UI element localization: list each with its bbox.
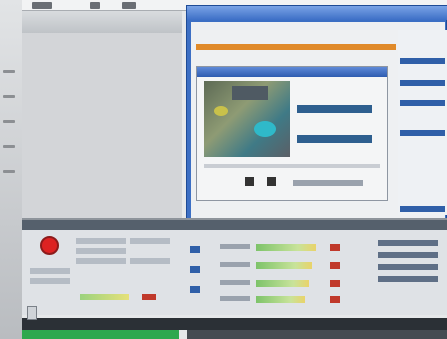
desktop-icon[interactable] (3, 120, 15, 123)
info-line (378, 264, 438, 270)
side-panel-item[interactable] (400, 100, 445, 106)
channel-level-meter (256, 244, 316, 251)
progress-track (187, 330, 447, 339)
mixer-cell (130, 238, 170, 244)
dialog-field[interactable] (297, 135, 372, 143)
record-stop-icon[interactable] (267, 177, 276, 186)
menu-item-2[interactable] (90, 2, 100, 9)
menu-item-1[interactable] (32, 2, 52, 9)
master-clip-indicator (142, 294, 156, 300)
scroll-handle[interactable] (27, 306, 37, 320)
dialog-separator (204, 164, 380, 168)
channel-label (220, 280, 250, 285)
stop-icon[interactable] (245, 177, 254, 186)
clip-indicator (330, 262, 340, 269)
desktop-icon[interactable] (3, 95, 15, 98)
side-panel-item[interactable] (400, 130, 445, 136)
dialog-status (293, 180, 363, 186)
channel-level-meter (256, 296, 305, 303)
photo-detail (232, 86, 268, 100)
info-line (378, 252, 438, 258)
mixer-cell (130, 258, 170, 264)
master-meter (80, 294, 129, 300)
mixer-cell (30, 278, 70, 284)
side-panel-item[interactable] (400, 58, 445, 64)
mixer-tab-bar (22, 220, 447, 230)
desktop-icon[interactable] (3, 70, 15, 73)
photo-preview (204, 81, 290, 157)
channel-tag[interactable] (190, 266, 200, 273)
channel-label (220, 296, 250, 301)
record-button[interactable] (40, 236, 59, 255)
clip-indicator (330, 244, 340, 251)
channel-level-meter (256, 280, 309, 287)
selected-row-highlight[interactable] (196, 44, 396, 50)
channel-label (220, 262, 250, 267)
mixer-cell (30, 268, 70, 274)
mixer-cell (76, 258, 126, 264)
channel-level-meter (256, 262, 312, 269)
photo-detail (214, 106, 228, 116)
photo-detail (254, 121, 276, 137)
info-line (378, 276, 438, 282)
toolbar (22, 11, 182, 33)
desktop-left-strip (0, 0, 22, 339)
channel-tag[interactable] (190, 286, 200, 293)
dialog-field[interactable] (297, 105, 372, 113)
dialog-title-bar[interactable] (197, 67, 387, 77)
image-dialog (196, 66, 388, 201)
desktop-icon[interactable] (3, 145, 15, 148)
menu-item-3[interactable] (122, 2, 136, 9)
window-title-bar[interactable] (187, 6, 447, 20)
screen (0, 0, 447, 339)
info-line (378, 240, 438, 246)
desktop-icon[interactable] (3, 170, 15, 173)
clip-indicator (330, 280, 340, 287)
progress-fill (22, 330, 179, 339)
empty-workspace-pane (22, 33, 182, 218)
channel-label (220, 244, 250, 249)
mixer-cell (76, 238, 126, 244)
side-panel-item[interactable] (400, 206, 445, 212)
status-bar (22, 318, 447, 330)
clip-indicator (330, 296, 340, 303)
channel-tag[interactable] (190, 246, 200, 253)
side-panel-item[interactable] (400, 80, 445, 86)
mixer-cell (76, 248, 126, 254)
